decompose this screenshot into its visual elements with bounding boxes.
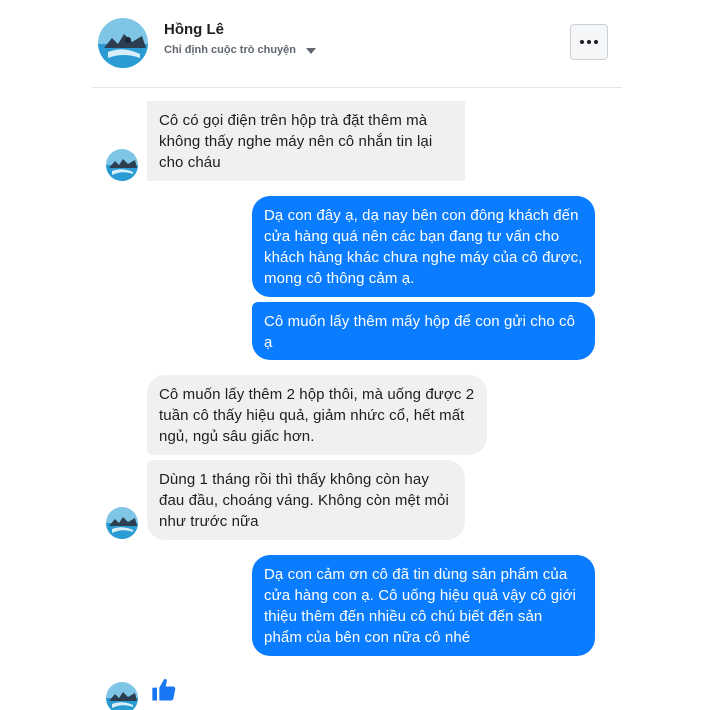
contact-name[interactable]: Hồng Lê [164,21,224,38]
message-outgoing[interactable]: Dạ con đây ạ, dạ nay bên con đông khách … [252,196,595,297]
contact-avatar[interactable] [98,18,148,68]
thumbs-up-icon[interactable] [150,676,178,704]
ellipsis-icon [580,40,584,44]
sender-avatar [106,149,138,181]
message-incoming[interactable]: Cô có gọi điện trên hộp trà đặt thêm mà … [147,101,465,181]
message-outgoing[interactable]: Dạ con cảm ơn cô đã tin dùng sản phẩm củ… [252,555,595,656]
assign-conversation-dropdown[interactable]: Chỉ định cuộc trò chuyện [164,44,317,56]
assign-conversation-label: Chỉ định cuộc trò chuyện [164,44,297,56]
ellipsis-dot [587,40,591,44]
message-outgoing[interactable]: Cô muốn lấy thêm mấy hộp để con gửi cho … [252,302,595,360]
ellipsis-dot [594,40,598,44]
header-divider [92,87,622,88]
sender-avatar [106,507,138,539]
caret-down-icon [306,47,317,54]
chat-window: Hồng Lê Chỉ định cuộc trò chuyện Cô có g… [0,0,710,710]
more-options-button[interactable] [570,24,608,60]
message-incoming[interactable]: Cô muốn lấy thêm 2 hộp thôi, mà uống đượ… [147,375,487,455]
sender-avatar [106,682,138,710]
message-incoming[interactable]: Dùng 1 tháng rồi thì thấy không còn hay … [147,460,465,540]
